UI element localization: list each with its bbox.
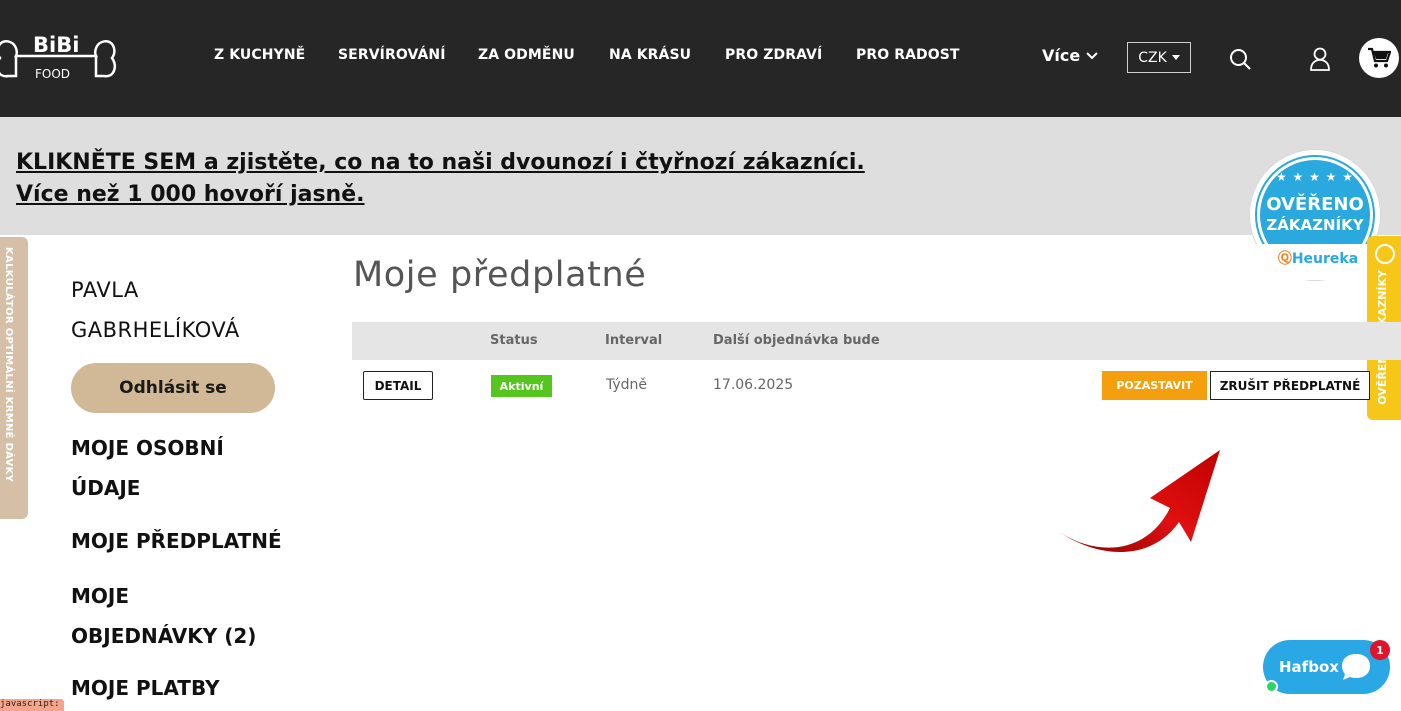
feed-calculator-label: KALKULÁTOR OPTIMÁLNÍ KRMNÉ DÁVKY [3, 247, 14, 483]
menu-personal-data-line-2: ÚDAJE [71, 476, 141, 500]
menu-personal-data-line-1: MOJE OSOBNÍ [71, 436, 224, 460]
nav-pro-radost[interactable]: PRO RADOST [856, 47, 960, 63]
interval-value: Týdně [606, 377, 648, 393]
user-last-name: GABRHELÍKOVÁ [71, 318, 240, 342]
heureka-seal-icon [1375, 244, 1395, 264]
nav-more-label: Více [1042, 46, 1081, 65]
caret-down-icon [1171, 55, 1180, 60]
menu-personal-data[interactable]: MOJE OSOBNÍ ÚDAJE [71, 428, 321, 508]
chat-widget[interactable]: Hafbox 1 [1263, 640, 1390, 694]
bibi-food-logo[interactable]: BiBi FOOD [0, 26, 118, 90]
reviews-banner-link[interactable]: KLIKNĚTE SEM a zjistěte, co na to naši d… [16, 147, 865, 211]
next-order-date: 17.06.2025 [713, 377, 794, 393]
banner-line-1: KLIKNĚTE SEM a zjistěte, co na to naši d… [16, 150, 865, 175]
chat-unread-count: 1 [1370, 640, 1390, 660]
heureka-verified-badge[interactable]: ★ ★ ★ ★ ★ OVĚŘENO ZÁKAZNÍKY ⓆHeureka [1250, 150, 1380, 280]
nav-more[interactable]: Více [1042, 46, 1098, 65]
cart-button[interactable] [1359, 38, 1399, 78]
menu-orders[interactable]: MOJE OBJEDNÁVKY (2) [71, 576, 321, 656]
user-first-name: PAVLA [71, 278, 139, 302]
detail-button[interactable]: DETAIL [363, 371, 433, 400]
subscriptions-table-header: Status Interval Další objednávka bude [352, 322, 1401, 360]
logo-top-text: BiBi [33, 33, 79, 57]
menu-subscriptions[interactable]: MOJE PŘEDPLATNÉ [71, 521, 321, 561]
chat-bubble-icon [1342, 654, 1370, 680]
menu-orders-line-2: OBJEDNÁVKY (2) [71, 624, 257, 648]
column-interval: Interval [605, 333, 663, 348]
currency-select[interactable]: CZK [1127, 42, 1191, 73]
heureka-brand: ⓆHeureka [1256, 244, 1380, 280]
nav-na-krasu[interactable]: NA KRÁSU [609, 47, 691, 63]
search-icon[interactable] [1229, 48, 1252, 71]
column-status: Status [490, 333, 538, 348]
nav-pro-zdravi[interactable]: PRO ZDRAVÍ [725, 47, 822, 63]
chevron-down-icon [1086, 51, 1098, 59]
currency-value: CZK [1138, 49, 1167, 66]
cart-icon [1368, 47, 1391, 68]
menu-orders-line-1: MOJE [71, 584, 130, 608]
reviews-banner: KLIKNĚTE SEM a zjistěte, co na to naši d… [0, 117, 1401, 235]
status-badge: Aktivní [491, 375, 552, 397]
nav-servirovani[interactable]: SERVÍROVÁNÍ [338, 47, 446, 63]
menu-payments[interactable]: MOJE PLATBY [71, 668, 321, 708]
page-title: Moje předplatné [353, 255, 647, 295]
menu-subscriptions-label: MOJE PŘEDPLATNÉ [71, 529, 282, 553]
table-row: DETAIL Aktivní Týdně 17.06.2025 POZASTAV… [352, 360, 1401, 410]
column-next-order: Další objednávka bude [713, 333, 880, 348]
site-header: BiBi FOOD Z KUCHYNĚ SERVÍROVÁNÍ ZA ODMĚN… [0, 0, 1401, 117]
banner-line-2: Více než 1 000 hovoří jasně. [16, 182, 365, 207]
heureka-badge-line-1: OVĚŘENO [1266, 194, 1364, 215]
pause-subscription-button[interactable]: POZASTAVIT [1102, 371, 1207, 400]
chat-label: Hafbox [1279, 658, 1339, 676]
browser-status-bar: javascript: [0, 699, 64, 711]
online-status-dot [1265, 680, 1278, 693]
heureka-badge-inner: ★ ★ ★ ★ ★ OVĚŘENO ZÁKAZNÍKY ⓆHeureka [1256, 157, 1380, 280]
logo-bottom-text: FOOD [35, 67, 70, 81]
heureka-badge-line-2: ZÁKAZNÍKY [1266, 216, 1364, 234]
nav-za-odmenu[interactable]: ZA ODMĚNU [478, 47, 575, 63]
stars-icon: ★ ★ ★ ★ ★ [1275, 170, 1355, 184]
cancel-subscription-button[interactable]: ZRUŠIT PŘEDPLATNÉ [1210, 371, 1370, 400]
menu-payments-label: MOJE PLATBY [71, 676, 220, 700]
user-name: PAVLA GABRHELÍKOVÁ [71, 270, 240, 350]
heureka-logo-icon: Ⓠ [1277, 251, 1292, 267]
user-icon[interactable] [1309, 47, 1331, 71]
heureka-brand-text: Heureka [1291, 251, 1359, 267]
nav-z-kuchyne[interactable]: Z KUCHYNĚ [214, 47, 305, 63]
feed-calculator-tab[interactable]: KALKULÁTOR OPTIMÁLNÍ KRMNÉ DÁVKY [0, 237, 28, 519]
red-arrow-annotation [1054, 450, 1220, 553]
logout-button[interactable]: Odhlásit se [71, 363, 275, 413]
